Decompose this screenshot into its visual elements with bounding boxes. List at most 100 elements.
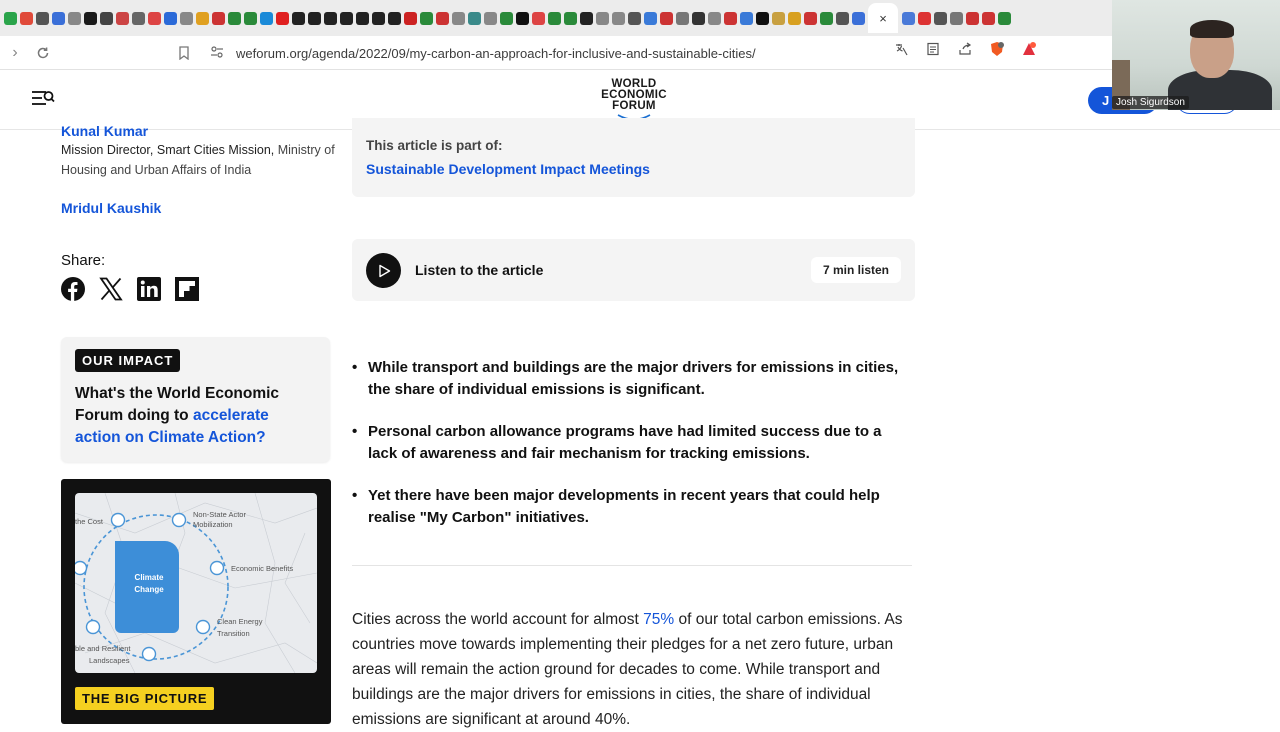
- tab-favicon-icon[interactable]: [83, 11, 97, 25]
- tab-favicon-icon[interactable]: [723, 11, 737, 25]
- bookmark-icon[interactable]: [171, 40, 197, 66]
- tab-favicon-icon[interactable]: [435, 11, 449, 25]
- tab-favicon-icon[interactable]: [147, 11, 161, 25]
- flipboard-icon[interactable]: [175, 277, 199, 301]
- tab-favicon-icon[interactable]: [739, 11, 753, 25]
- article-series-card: This article is part of: Sustainable Dev…: [352, 118, 915, 197]
- webcam-name-label: Josh Sigurdson: [1112, 96, 1189, 109]
- tab-favicon-icon[interactable]: [3, 11, 17, 25]
- tab-favicon-icon[interactable]: [307, 11, 321, 25]
- share-page-icon[interactable]: [956, 40, 974, 58]
- tab-favicon-icon[interactable]: [691, 11, 705, 25]
- tab-favicon-icon[interactable]: [99, 11, 113, 25]
- body-link[interactable]: 75%: [643, 611, 674, 628]
- linkedin-icon[interactable]: [137, 277, 161, 301]
- tab-favicon-icon[interactable]: [819, 11, 833, 25]
- tab-favicon-icon[interactable]: [917, 11, 931, 25]
- x-icon[interactable]: [99, 277, 123, 301]
- tab-favicon-icon[interactable]: [997, 11, 1011, 25]
- our-impact-card[interactable]: OUR IMPACT What's the World Economic For…: [61, 337, 330, 462]
- tab-favicon-icon[interactable]: [67, 11, 81, 25]
- translate-icon[interactable]: [892, 40, 910, 58]
- key-point: While transport and buildings are the ma…: [352, 357, 914, 400]
- our-impact-text: What's the World Economic Forum doing to…: [75, 383, 315, 449]
- active-tab-close-button[interactable]: ×: [868, 3, 898, 33]
- tab-favicon-icon[interactable]: [643, 11, 657, 25]
- tab-favicon-icon[interactable]: [933, 11, 947, 25]
- tab-favicon-icon[interactable]: [771, 11, 785, 25]
- tab-favicon-icon[interactable]: [35, 11, 49, 25]
- tab-favicon-icon[interactable]: [803, 11, 817, 25]
- big-picture-card[interactable]: Climate Change the Cost Non-State Actor …: [61, 479, 331, 724]
- forward-icon[interactable]: ›: [2, 40, 28, 66]
- tab-favicon-icon[interactable]: [339, 11, 353, 25]
- tab-favicon-icon[interactable]: [131, 11, 145, 25]
- logo-line: FORUM: [612, 100, 656, 112]
- reader-mode-icon[interactable]: [924, 40, 942, 58]
- tab-favicon-icon[interactable]: [291, 11, 305, 25]
- tab-favicon-icon[interactable]: [19, 11, 33, 25]
- tab-favicon-icon[interactable]: [419, 11, 433, 25]
- tab-favicon-icon[interactable]: [323, 11, 337, 25]
- tab-favicon-icon[interactable]: [547, 11, 561, 25]
- tab-favicon-icon[interactable]: [227, 11, 241, 25]
- article-series-link[interactable]: Sustainable Development Impact Meetings: [366, 161, 650, 177]
- key-point: Personal carbon allowance programs have …: [352, 421, 914, 464]
- tab-favicon-icon[interactable]: [259, 11, 273, 25]
- tab-favicon-icon[interactable]: [499, 11, 513, 25]
- tab-favicon-icon[interactable]: [355, 11, 369, 25]
- tab-favicon-icon[interactable]: [403, 11, 417, 25]
- tab-favicon-icon[interactable]: [515, 11, 529, 25]
- cycle-label: the Cost: [75, 517, 104, 526]
- big-picture-image[interactable]: Climate Change the Cost Non-State Actor …: [75, 493, 317, 673]
- tab-favicon-icon[interactable]: [595, 11, 609, 25]
- tab-favicon-icon[interactable]: [965, 11, 979, 25]
- tab-favicon-icon[interactable]: [675, 11, 689, 25]
- tab-favicon-icon[interactable]: [387, 11, 401, 25]
- reload-icon[interactable]: [30, 40, 56, 66]
- tab-favicon-icon[interactable]: [755, 11, 769, 25]
- tab-favicon-icon[interactable]: [483, 11, 497, 25]
- tab-favicon-icon[interactable]: [243, 11, 257, 25]
- center-label: Change: [134, 585, 164, 594]
- tab-favicon-icon[interactable]: [659, 11, 673, 25]
- tab-favicon-icon[interactable]: [531, 11, 545, 25]
- menu-search-icon[interactable]: [32, 88, 56, 110]
- share-label: Share:: [61, 252, 106, 269]
- tab-favicon-icon[interactable]: [211, 11, 225, 25]
- facebook-icon[interactable]: [61, 277, 85, 301]
- tab-favicon-icon[interactable]: [707, 11, 721, 25]
- author-name[interactable]: Kunal Kumar: [61, 123, 148, 139]
- tab-favicon-icon[interactable]: [451, 11, 465, 25]
- tab-favicon-icon[interactable]: [835, 11, 849, 25]
- tab-favicon-icon[interactable]: [371, 11, 385, 25]
- tab-favicon-icon[interactable]: [563, 11, 577, 25]
- tab-favicon-icon[interactable]: [163, 11, 177, 25]
- key-points-list: While transport and buildings are the ma…: [352, 357, 914, 549]
- our-impact-tag: OUR IMPACT: [75, 349, 181, 372]
- tab-favicon-icon[interactable]: [467, 11, 481, 25]
- brave-rewards-icon[interactable]: [1020, 40, 1038, 58]
- author-name[interactable]: Mridul Kaushik: [61, 200, 161, 216]
- tab-favicon-icon[interactable]: [627, 11, 641, 25]
- tab-favicon-icon[interactable]: [115, 11, 129, 25]
- tab-favicon-icon[interactable]: [981, 11, 995, 25]
- site-settings-icon[interactable]: [210, 45, 226, 61]
- browser-toolbar: › weforum.org/agenda/2022/09/my-carbon-a…: [0, 36, 1112, 70]
- wef-logo[interactable]: WORLD ECONOMIC FORUM: [596, 78, 672, 123]
- tab-favicon-icon[interactable]: [51, 11, 65, 25]
- play-button[interactable]: [366, 253, 401, 288]
- tab-favicon-icon[interactable]: [901, 11, 915, 25]
- tab-favicon-icon[interactable]: [787, 11, 801, 25]
- cycle-label: Economic Benefits: [231, 564, 293, 573]
- tab-favicon-icon[interactable]: [179, 11, 193, 25]
- tab-favicon-icon[interactable]: [579, 11, 593, 25]
- tab-favicon-icon[interactable]: [275, 11, 289, 25]
- brave-shield-icon[interactable]: [988, 40, 1006, 58]
- tab-favicon-icon[interactable]: [949, 11, 963, 25]
- tab-favicon-icon[interactable]: [851, 11, 865, 25]
- tab-favicon-icon[interactable]: [611, 11, 625, 25]
- author-role-title: Mission Director, Smart Cities Mission,: [61, 143, 275, 157]
- url-text[interactable]: weforum.org/agenda/2022/09/my-carbon-an-…: [236, 46, 756, 61]
- tab-favicon-icon[interactable]: [195, 11, 209, 25]
